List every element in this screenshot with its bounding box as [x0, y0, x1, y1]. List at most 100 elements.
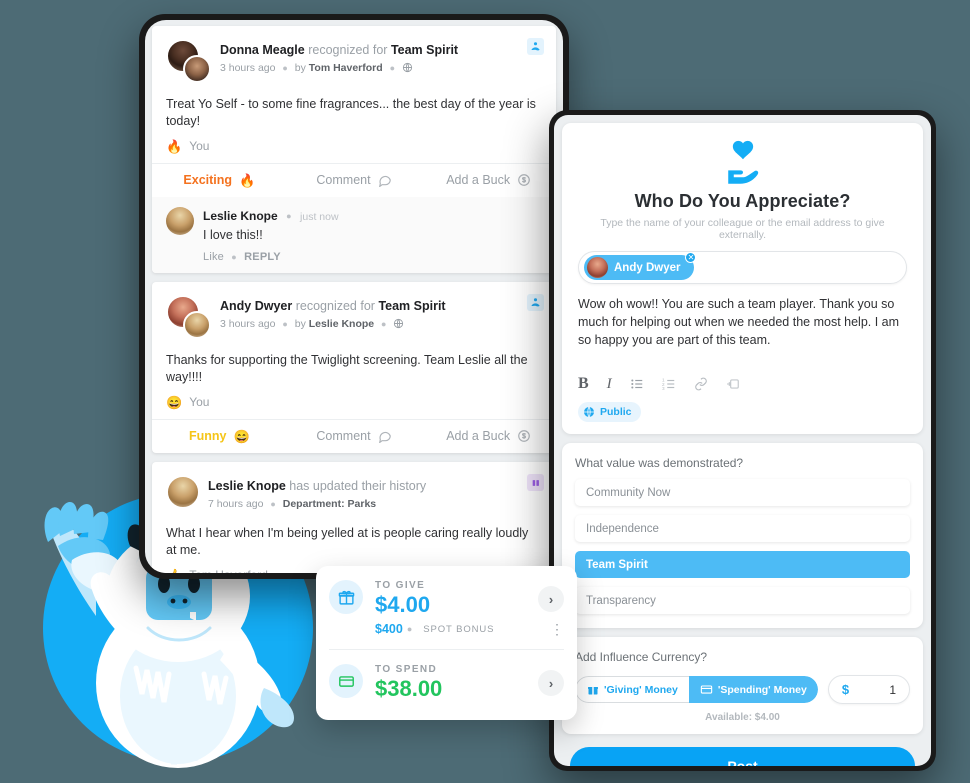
wallet-give-row[interactable]: TO GIVE $4.00 ›: [316, 566, 577, 618]
appreciate-card: Who Do You Appreciate? Type the name of …: [562, 123, 923, 434]
action-label: Funny: [188, 429, 227, 443]
globe-icon: [584, 406, 594, 418]
action-funny[interactable]: Funny 😄: [152, 429, 287, 443]
meta-separator: ●: [381, 319, 387, 330]
action-label: Comment: [316, 173, 371, 187]
meta-separator: ●: [286, 210, 292, 221]
action-add-a-buck[interactable]: Add a Buck: [421, 173, 556, 187]
post-reactions[interactable]: 🔥 You: [152, 130, 556, 163]
bold-icon[interactable]: B: [578, 375, 589, 393]
recipient-input[interactable]: Andy Dwyer ✕: [578, 251, 907, 284]
comment-text: I love this!!: [203, 228, 263, 242]
post-title: Leslie Knope has updated their history: [208, 478, 426, 495]
link-icon[interactable]: [694, 377, 708, 391]
kebab-menu-icon[interactable]: ⋮: [550, 622, 564, 636]
avatar: [183, 55, 211, 83]
visibility-selector[interactable]: Public: [578, 402, 641, 422]
reaction-label: Tom Haverford: [189, 568, 268, 573]
fire-icon: 🔥: [239, 172, 256, 188]
action-exciting[interactable]: Exciting 🔥: [152, 173, 287, 187]
action-comment[interactable]: Comment: [287, 429, 422, 443]
dollar-circle-icon: [518, 174, 530, 186]
wallet-spend-amount: $38.00: [375, 676, 443, 701]
fire-icon: 🔥: [166, 138, 183, 154]
segment-label: 'Spending' Money: [717, 683, 807, 696]
numbered-list-icon[interactable]: 123: [662, 377, 676, 391]
post-header: Andy Dwyer recognized for Team Spirit 3 …: [152, 282, 556, 345]
action-label: Comment: [316, 429, 371, 443]
value-option-transparency[interactable]: Transparency: [575, 587, 910, 614]
post-time: 3 hours ago: [220, 318, 276, 330]
post-actor: Andy Dwyer: [220, 299, 293, 313]
thumbs-up-icon: 👍: [166, 569, 182, 573]
action-label: Add a Buck: [446, 429, 511, 443]
post-time: 7 hours ago: [208, 498, 264, 510]
segment-spending-money[interactable]: 'Spending' Money: [688, 676, 818, 703]
meta-separator: ●: [389, 63, 396, 74]
formatting-toolbar: B I 123: [578, 371, 907, 393]
action-comment[interactable]: Comment: [287, 173, 422, 187]
card-icon: [700, 685, 713, 694]
action-label: Exciting: [183, 173, 233, 187]
chevron-right-icon[interactable]: ›: [538, 586, 564, 612]
segment-giving-money[interactable]: 'Giving' Money: [575, 676, 689, 703]
post-title: Andy Dwyer recognized for Team Spirit: [220, 298, 446, 315]
action-add-a-buck[interactable]: Add a Buck: [421, 429, 556, 443]
currency-symbol: $: [841, 682, 850, 697]
post-actor: Leslie Knope: [208, 479, 286, 493]
gift-icon: [329, 580, 363, 614]
value-label: Independence: [586, 522, 659, 535]
recipient-chip[interactable]: Andy Dwyer ✕: [584, 252, 697, 280]
chevron-right-icon[interactable]: ›: [538, 670, 564, 696]
close-icon[interactable]: ✕: [685, 252, 697, 263]
value-option-independence[interactable]: Independence: [575, 515, 910, 542]
feed-post[interactable]: Donna Meagle recognized for Team Spirit …: [152, 26, 556, 273]
amount-value: 1: [889, 682, 896, 697]
meta-separator: ●: [406, 624, 413, 634]
post-giver: Leslie Knope: [308, 318, 375, 330]
message-textarea[interactable]: Wow oh wow!! You are such a team player.…: [578, 295, 907, 371]
meta-separator: ●: [270, 499, 276, 510]
amount-input[interactable]: $ 1: [827, 675, 910, 704]
visibility-label: Public: [600, 406, 632, 418]
post-department: Department: Parks: [282, 498, 377, 510]
value-label: Community Now: [586, 486, 671, 499]
avatar: [166, 475, 200, 509]
currency-card: Add Influence Currency? 'Giving' Money '…: [562, 637, 923, 734]
post-reactions[interactable]: 😄 You: [152, 386, 556, 419]
bulleted-list-icon[interactable]: [630, 377, 644, 391]
attachment-icon[interactable]: [726, 377, 740, 391]
italic-icon[interactable]: I: [607, 376, 612, 393]
wallet-spend-row[interactable]: TO SPEND $38.00 ›: [316, 650, 577, 702]
comment-like-button[interactable]: Like: [203, 251, 224, 263]
feed-post[interactable]: Andy Dwyer recognized for Team Spirit 3 …: [152, 282, 556, 453]
reaction-label: You: [189, 395, 210, 409]
avatar-group: [166, 295, 212, 339]
comment-header: Leslie Knope ● just now: [203, 207, 542, 225]
bonus-label: SPOT BONUS: [423, 623, 495, 635]
avatar: [587, 257, 608, 278]
wallet-give-label: TO GIVE: [375, 580, 426, 591]
value-option-team-spirit[interactable]: Team Spirit: [575, 551, 910, 578]
post-button[interactable]: Post: [570, 747, 915, 766]
post-giver: Tom Haverford: [308, 62, 383, 74]
phone-mockup: Donna Meagle recognized for Team Spirit …: [139, 14, 569, 579]
page-subtitle: Type the name of your colleague or the e…: [600, 217, 885, 241]
comment-time: just now: [300, 211, 339, 223]
feed-post[interactable]: Leslie Knope has updated their history 7…: [152, 462, 556, 573]
value-label: Transparency: [586, 594, 656, 607]
activity-feed: Donna Meagle recognized for Team Spirit …: [145, 20, 563, 573]
comment-author: Leslie Knope: [203, 209, 278, 223]
value-option-community-now[interactable]: Community Now: [575, 479, 910, 506]
post-body: Treat Yo Self - to some fine fragrances.…: [166, 97, 536, 128]
currency-title: Add Influence Currency?: [575, 650, 708, 664]
meta-separator: ●: [282, 63, 288, 74]
post-meta: 3 hours ago ● by Leslie Knope ●: [220, 316, 446, 332]
globe-icon: [402, 62, 413, 73]
reaction-label: You: [189, 139, 210, 153]
comment-reply-button[interactable]: REPLY: [244, 251, 281, 263]
comment: Leslie Knope ● just now I love this!! Li…: [152, 197, 556, 273]
grin-icon: 😄: [233, 428, 250, 444]
dollar-circle-icon: [518, 430, 530, 442]
feed-screen: Donna Meagle recognized for Team Spirit …: [145, 20, 563, 573]
